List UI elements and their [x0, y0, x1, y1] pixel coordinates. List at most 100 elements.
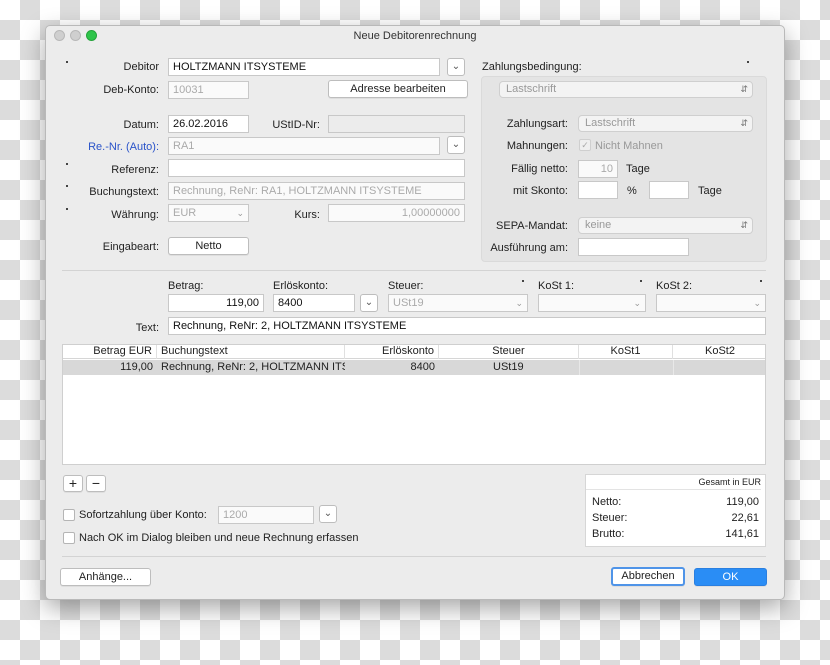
- netto-label: Netto:: [592, 496, 622, 508]
- zahlungsbedingung-label: Zahlungsbedingung:: [482, 61, 582, 73]
- erloeskonto-chevron-down-icon[interactable]: ⌄: [360, 294, 378, 312]
- column-header[interactable]: Buchungstext: [157, 345, 345, 359]
- add-row-button[interactable]: +: [63, 475, 83, 492]
- steuer-value: USt19: [393, 297, 424, 309]
- re-nr-label: Re.-Nr. (Auto):: [88, 141, 159, 153]
- betrag-label: Betrag:: [168, 280, 204, 292]
- sofortzahlung-konto-field[interactable]: 1200: [218, 506, 314, 524]
- eingabeart-netto-button[interactable]: Netto: [168, 237, 249, 255]
- re-nr-field[interactable]: RA1: [168, 137, 440, 155]
- skonto-percent-field[interactable]: [578, 181, 618, 199]
- deb-konto-field[interactable]: 10031: [168, 81, 249, 99]
- sofortzahlung-checkbox[interactable]: [63, 509, 75, 521]
- kurs-label: Kurs:: [294, 209, 320, 221]
- title-bar: Neue Debitorenrechnung: [46, 26, 784, 46]
- required-marker: [747, 61, 749, 63]
- dialog-window: Neue Debitorenrechnung Debitor HOLTZMANN…: [45, 25, 785, 600]
- debitor-chevron-down-icon[interactable]: ⌄: [447, 58, 465, 76]
- nicht-mahnen-label: Nicht Mahnen: [595, 140, 663, 152]
- updown-chevron-icon: ⇵: [740, 220, 748, 230]
- column-header[interactable]: KoSt1: [579, 345, 673, 359]
- text-label: Text:: [135, 322, 159, 334]
- anhaenge-button[interactable]: Anhänge...: [60, 568, 151, 586]
- ausfuehrung-field[interactable]: [578, 238, 689, 256]
- text-field[interactable]: Rechnung, ReNr: 2, HOLTZMANN ITSYSTEME: [168, 317, 766, 335]
- table-cell: [673, 360, 767, 375]
- table-row[interactable]: 119,00 Rechnung, ReNr: 2, HOLTZMANN ITS.…: [63, 360, 765, 375]
- ustid-field[interactable]: [328, 115, 465, 133]
- mahnungen-label: Mahnungen:: [506, 140, 568, 152]
- stay-in-dialog-label: Nach OK im Dialog bleiben und neue Rechn…: [79, 532, 359, 544]
- buchungstext-field[interactable]: Rechnung, ReNr: RA1, HOLTZMANN ITSYSTEME: [168, 182, 465, 200]
- nicht-mahnen-checkbox[interactable]: ✓: [579, 139, 591, 151]
- datum-field[interactable]: 26.02.2016: [168, 115, 249, 133]
- totals-header: Gesamt in EUR: [586, 477, 761, 490]
- stay-in-dialog-checkbox[interactable]: [63, 532, 75, 544]
- re-nr-chevron-down-icon[interactable]: ⌄: [447, 136, 465, 154]
- window-title: Neue Debitorenrechnung: [353, 30, 477, 42]
- updown-chevron-icon: ⇵: [740, 84, 748, 94]
- minimize-window-button[interactable]: [70, 30, 81, 41]
- zahlungsart-value: Lastschrift: [585, 117, 636, 129]
- kost2-select[interactable]: ⌄: [656, 294, 766, 312]
- required-marker: [522, 280, 524, 282]
- adresse-bearbeiten-button[interactable]: Adresse bearbeiten: [328, 80, 468, 98]
- zahlungsbedingung-value: Lastschrift: [506, 83, 557, 95]
- ok-button[interactable]: OK: [694, 568, 767, 586]
- betrag-field[interactable]: 119,00: [168, 294, 264, 312]
- kost2-chevron-down-icon: ⌄: [753, 298, 761, 308]
- table-cell: [579, 360, 673, 375]
- zahlungsart-label: Zahlungsart:: [506, 118, 568, 130]
- buchungstext-label: Buchungstext:: [89, 186, 159, 198]
- required-marker: [66, 61, 68, 63]
- required-marker: [66, 208, 68, 210]
- debitor-field[interactable]: HOLTZMANN ITSYSTEME: [168, 58, 440, 76]
- required-marker: [760, 280, 762, 282]
- skonto-days-field[interactable]: [649, 181, 689, 199]
- column-header[interactable]: Betrag EUR: [63, 345, 157, 359]
- sepa-mandat-label: SEPA-Mandat:: [496, 220, 568, 232]
- deb-konto-label: Deb-Konto:: [103, 84, 159, 96]
- close-window-button[interactable]: [54, 30, 65, 41]
- erloeskonto-label: Erlöskonto:: [273, 280, 329, 292]
- referenz-field[interactable]: [168, 159, 465, 177]
- ausfuehrung-label: Ausführung am:: [490, 242, 568, 254]
- zoom-window-button[interactable]: [86, 30, 97, 41]
- netto-value: 119,00: [726, 496, 759, 508]
- faellig-netto-field[interactable]: 10: [578, 160, 618, 178]
- eingabeart-label: Eingabeart:: [102, 241, 159, 253]
- kost2-label: KoSt 2:: [656, 280, 693, 292]
- abbrechen-button[interactable]: Abbrechen: [611, 567, 685, 586]
- remove-row-button[interactable]: −: [86, 475, 106, 492]
- sepa-mandat-value: keine: [585, 219, 612, 231]
- column-header[interactable]: Erlöskonto: [345, 345, 439, 359]
- faellig-tage-label: Tage: [626, 163, 650, 175]
- zahlungsbedingung-select[interactable]: Lastschrift ⇵: [499, 81, 753, 98]
- required-marker: [66, 185, 68, 187]
- kurs-field[interactable]: 1,00000000: [328, 204, 465, 222]
- zahlungsart-select[interactable]: Lastschrift ⇵: [578, 115, 753, 132]
- steuer-total-label: Steuer:: [592, 512, 628, 524]
- booking-table[interactable]: Betrag EUR Buchungstext Erlöskonto Steue…: [62, 344, 766, 465]
- required-marker: [640, 280, 642, 282]
- erloeskonto-field[interactable]: 8400: [273, 294, 355, 312]
- table-cell: USt19: [493, 361, 524, 373]
- sepa-mandat-select[interactable]: keine ⇵: [578, 217, 753, 234]
- sofortzahlung-chevron-down-icon[interactable]: ⌄: [319, 505, 337, 523]
- required-marker: [66, 163, 68, 165]
- waehrung-select[interactable]: EUR ⌄: [168, 204, 249, 222]
- kost1-select[interactable]: ⌄: [538, 294, 646, 312]
- ustid-label: UStID-Nr:: [272, 119, 320, 131]
- steuer-chevron-down-icon: ⌄: [515, 298, 523, 308]
- waehrung-value: EUR: [173, 207, 197, 219]
- referenz-label: Referenz:: [111, 164, 159, 176]
- table-cell: 8400: [410, 361, 435, 373]
- table-header: Betrag EUR Buchungstext Erlöskonto Steue…: [63, 345, 765, 359]
- steuer-label: Steuer:: [388, 280, 424, 292]
- steuer-select[interactable]: USt19 ⌄: [388, 294, 528, 312]
- waehrung-chevron-down-icon: ⌄: [236, 208, 244, 218]
- column-header[interactable]: Steuer: [439, 345, 579, 359]
- table-cell: Rechnung, ReNr: 2, HOLTZMANN ITS...: [161, 361, 345, 373]
- kost1-chevron-down-icon: ⌄: [633, 298, 641, 308]
- column-header[interactable]: KoSt2: [673, 345, 767, 359]
